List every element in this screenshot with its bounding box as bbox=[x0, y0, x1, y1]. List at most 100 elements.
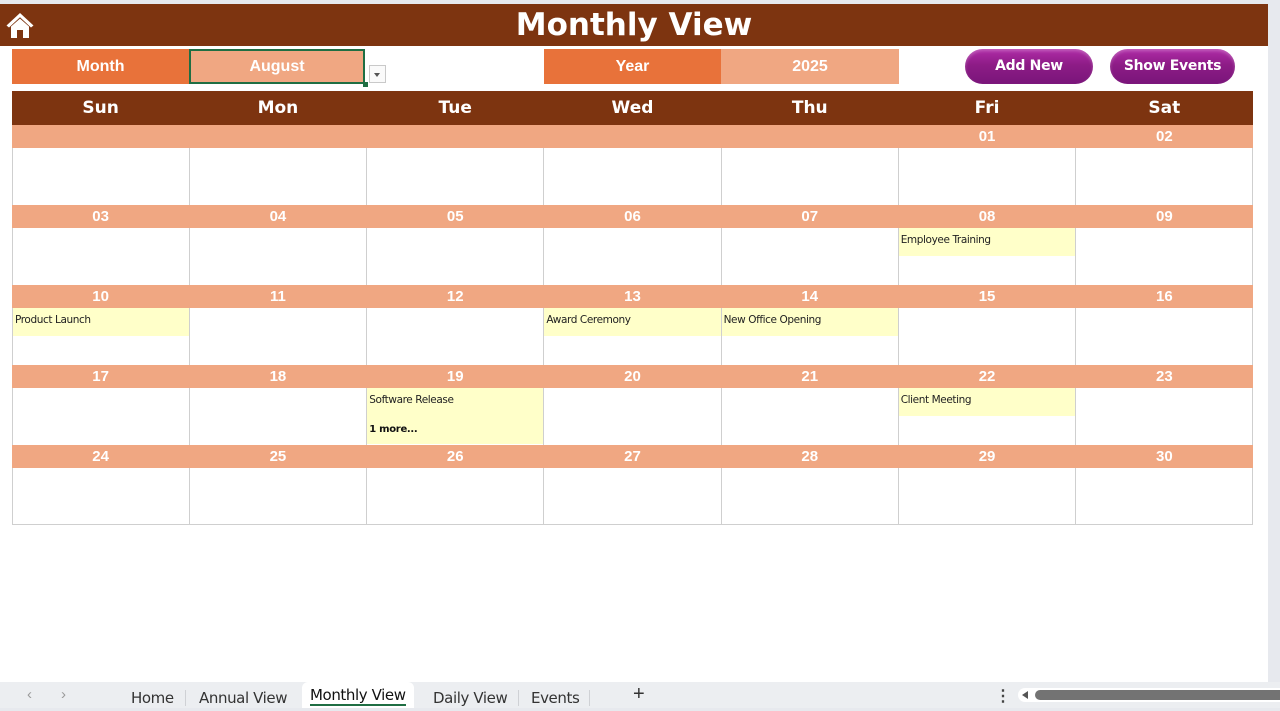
date-number: 25 bbox=[269, 448, 287, 465]
day-cell[interactable] bbox=[543, 228, 721, 285]
tab-annual-view[interactable]: Annual View bbox=[199, 686, 288, 708]
tab-monthly-view[interactable]: Monthly View bbox=[302, 682, 414, 708]
day-cell[interactable]: Software Release 1 more... bbox=[366, 388, 544, 445]
event-item[interactable]: New Office Opening bbox=[721, 308, 898, 336]
day-cells: Software Release 1 more... Client Meeting bbox=[12, 388, 1253, 445]
day-cell[interactable] bbox=[1074, 388, 1253, 445]
day-cell[interactable] bbox=[720, 468, 898, 524]
day-cell[interactable] bbox=[12, 468, 190, 524]
event-item[interactable]: Employee Training bbox=[898, 228, 1075, 256]
date-band: 17 18 19 20 21 22 23 bbox=[12, 365, 1253, 388]
day-cell[interactable] bbox=[1074, 228, 1253, 285]
year-label: Year bbox=[544, 49, 721, 84]
date-number: 10 bbox=[92, 288, 109, 305]
event-item[interactable]: Award Ceremony bbox=[544, 308, 721, 336]
weekday-header: Sun Mon Tue Wed Thu Fri Sat bbox=[12, 91, 1253, 125]
day-cell[interactable] bbox=[897, 308, 1075, 365]
date-number: 27 bbox=[624, 448, 641, 465]
prev-sheet-icon[interactable]: ‹ bbox=[27, 686, 32, 703]
day-cell[interactable] bbox=[1074, 148, 1253, 205]
day-cell[interactable] bbox=[366, 308, 544, 365]
day-cell[interactable] bbox=[12, 148, 190, 205]
event-item[interactable]: Client Meeting bbox=[898, 388, 1075, 416]
fill-handle[interactable] bbox=[363, 82, 368, 87]
week-row: 10 11 12 13 14 15 16 Product Launch Award Ceremo… bbox=[12, 285, 1253, 365]
week-row: 24 25 26 27 28 29 30 bbox=[12, 445, 1253, 525]
weekday-label: Sun bbox=[82, 98, 119, 118]
month-dropdown-button[interactable] bbox=[369, 65, 386, 83]
more-options-icon[interactable]: ⋮ bbox=[995, 686, 1011, 706]
day-cell[interactable] bbox=[189, 228, 367, 285]
scroll-left-icon[interactable] bbox=[1022, 691, 1028, 699]
date-number: 09 bbox=[1155, 208, 1173, 225]
more-events-link[interactable]: 1 more... bbox=[369, 424, 417, 435]
tab-separator bbox=[185, 690, 186, 706]
day-cell[interactable]: Award Ceremony bbox=[543, 308, 721, 365]
day-cell[interactable] bbox=[897, 468, 1075, 524]
week-row: 17 18 19 20 21 22 23 Software Release 1 more... C… bbox=[12, 365, 1253, 445]
next-sheet-icon[interactable]: › bbox=[61, 686, 66, 703]
date-number bbox=[367, 125, 544, 148]
tab-separator bbox=[518, 690, 519, 706]
scrollbar-thumb[interactable] bbox=[1035, 690, 1280, 700]
day-cell[interactable]: New Office Opening bbox=[720, 308, 898, 365]
day-cell[interactable] bbox=[720, 388, 898, 445]
date-band: 24 25 26 27 28 29 30 bbox=[12, 445, 1253, 468]
day-cell[interactable] bbox=[366, 228, 544, 285]
tab-monthly-view-label: Monthly View bbox=[310, 686, 406, 704]
tab-daily-view[interactable]: Daily View bbox=[433, 686, 508, 708]
day-cell[interactable] bbox=[189, 468, 367, 524]
tab-events[interactable]: Events bbox=[531, 686, 580, 708]
day-cells: Product Launch Award Ceremony New Office O… bbox=[12, 308, 1253, 365]
day-cell[interactable] bbox=[543, 148, 721, 205]
day-cell[interactable] bbox=[720, 228, 898, 285]
week-row: 01 02 bbox=[12, 125, 1253, 205]
day-cell[interactable] bbox=[189, 148, 367, 205]
date-number: 07 bbox=[801, 208, 819, 225]
date-number: 05 bbox=[446, 208, 464, 225]
tab-home[interactable]: Home bbox=[131, 686, 174, 708]
date-number: 30 bbox=[1155, 448, 1173, 465]
date-number: 16 bbox=[1155, 288, 1173, 305]
day-cell[interactable] bbox=[366, 148, 544, 205]
day-cell[interactable] bbox=[543, 388, 721, 445]
date-number: 08 bbox=[978, 208, 996, 225]
day-cell[interactable]: Client Meeting bbox=[897, 388, 1075, 445]
date-number: 29 bbox=[978, 448, 996, 465]
day-cell[interactable] bbox=[12, 388, 190, 445]
day-cell[interactable]: Product Launch bbox=[12, 308, 190, 365]
date-band: 10 11 12 13 14 15 16 bbox=[12, 285, 1253, 308]
date-number: 24 bbox=[92, 448, 109, 465]
day-cell[interactable] bbox=[1074, 308, 1253, 365]
day-cell[interactable] bbox=[189, 388, 367, 445]
day-cell[interactable] bbox=[366, 468, 544, 524]
event-item[interactable]: Software Release bbox=[367, 388, 544, 444]
date-number: 15 bbox=[978, 288, 996, 305]
add-new-button[interactable]: Add New bbox=[965, 49, 1093, 84]
event-item[interactable]: Product Launch bbox=[13, 308, 190, 336]
date-number bbox=[189, 125, 366, 148]
date-number: 12 bbox=[446, 288, 464, 305]
horizontal-scrollbar[interactable] bbox=[1018, 688, 1280, 702]
day-cell[interactable] bbox=[720, 148, 898, 205]
weekday-label: Wed bbox=[611, 98, 654, 118]
date-number: 22 bbox=[978, 368, 996, 385]
add-sheet-icon[interactable]: + bbox=[633, 683, 645, 706]
date-number: 01 bbox=[978, 128, 996, 145]
day-cell[interactable] bbox=[543, 468, 721, 524]
day-cell[interactable] bbox=[1074, 468, 1253, 524]
day-cells: Employee Training bbox=[12, 228, 1253, 285]
tab-separator bbox=[589, 690, 590, 706]
day-cell[interactable] bbox=[12, 228, 190, 285]
month-select[interactable]: August bbox=[189, 49, 368, 87]
date-number bbox=[544, 125, 721, 148]
sheet-tab-bar: ‹ › Home Annual View Monthly View Daily … bbox=[0, 682, 1280, 708]
day-cell[interactable]: Employee Training bbox=[897, 228, 1075, 285]
date-number: 17 bbox=[92, 368, 109, 385]
show-events-button[interactable]: Show Events bbox=[1110, 49, 1235, 84]
date-band: 03 04 05 06 07 08 09 bbox=[12, 205, 1253, 228]
day-cell[interactable] bbox=[897, 148, 1075, 205]
day-cell[interactable] bbox=[189, 308, 367, 365]
day-cells bbox=[12, 468, 1253, 525]
year-value[interactable]: 2025 bbox=[721, 49, 899, 84]
